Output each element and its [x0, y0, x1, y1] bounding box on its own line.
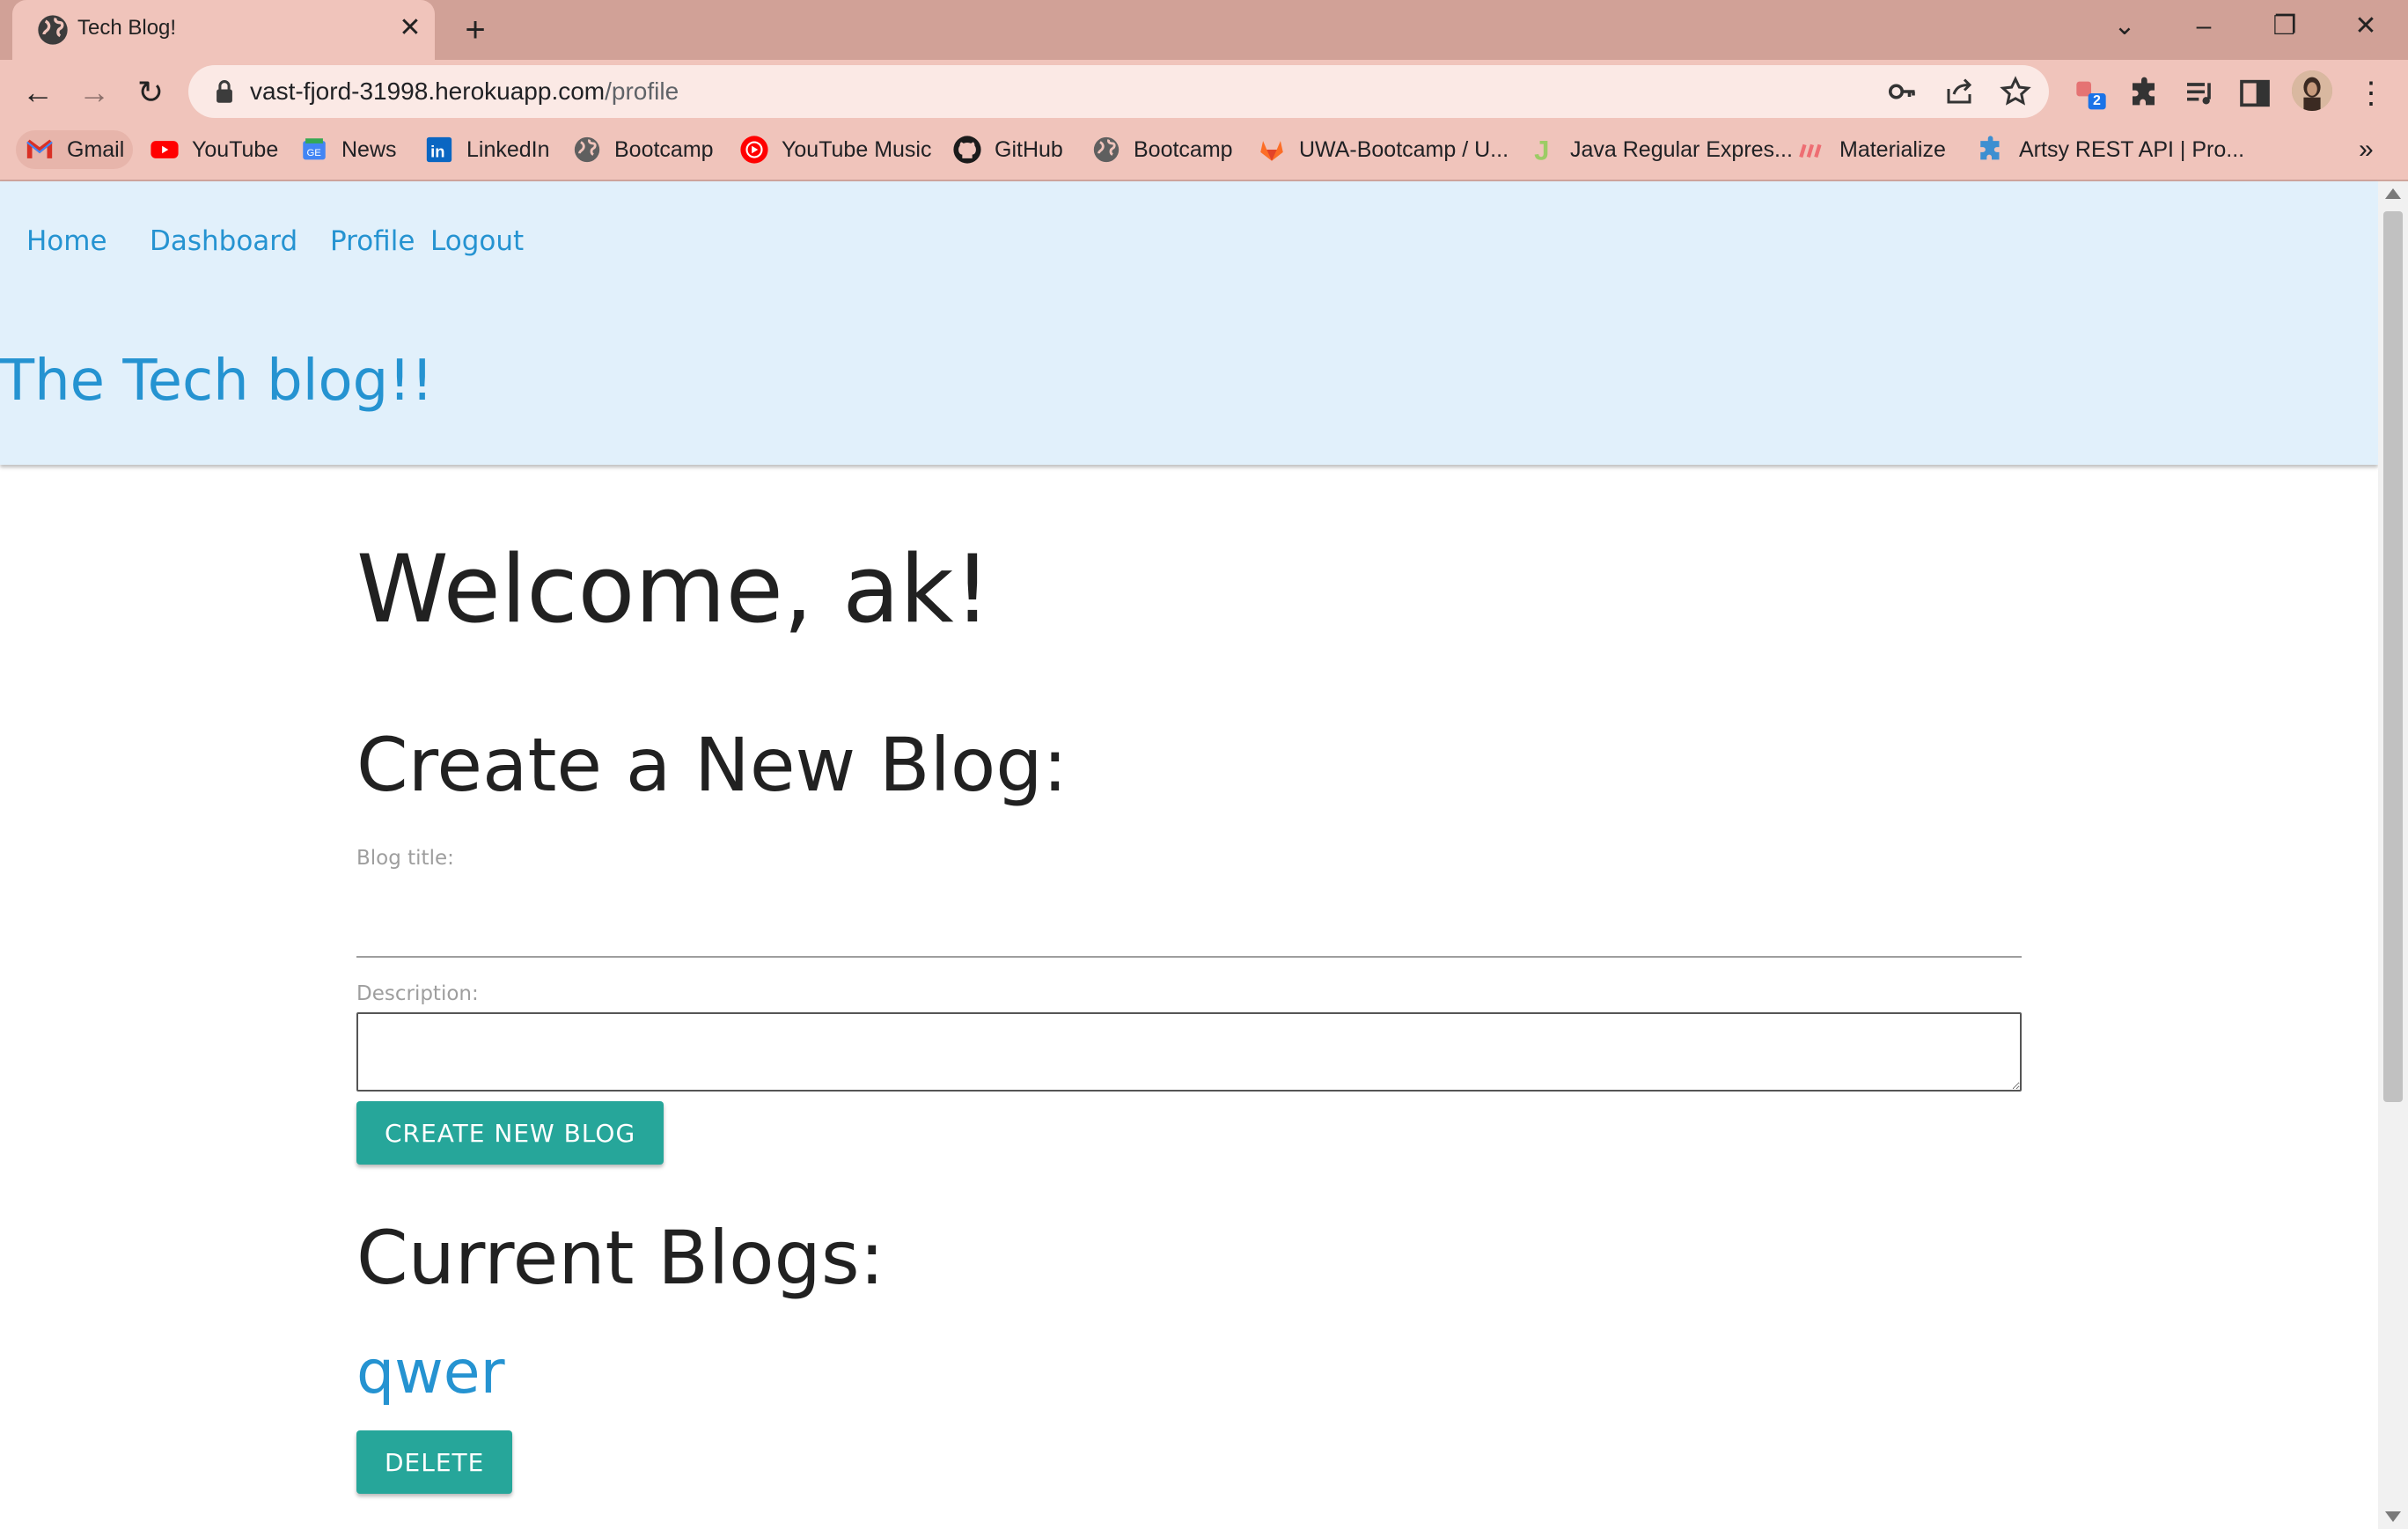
bookmark-news[interactable]: GE News: [299, 130, 397, 169]
globe-icon: [574, 136, 600, 163]
bookmark-uwa-bootcamp[interactable]: UWA-Bootcamp / U...: [1257, 130, 1509, 169]
more-bookmarks-icon[interactable]: »: [2359, 130, 2374, 169]
bookmark-label: Java Regular Expres...: [1570, 136, 1793, 162]
bookmark-label: GitHub: [995, 136, 1063, 162]
gitlab-icon: [1260, 141, 1283, 161]
url-host: vast-fjord-31998.herokuapp.com: [250, 77, 606, 105]
new-tab-button[interactable]: +: [454, 11, 496, 49]
back-button[interactable]: ←: [18, 72, 58, 113]
scroll-up-arrow-icon[interactable]: [2385, 188, 2401, 199]
bookmark-materialize[interactable]: Materialize: [1797, 130, 1946, 169]
bookmark-label: Materialize: [1839, 136, 1946, 162]
key-icon[interactable]: [1887, 76, 1919, 107]
blog-title-input[interactable]: [356, 894, 2022, 958]
tab-title: Tech Blog!: [77, 16, 177, 40]
description-textarea[interactable]: [356, 1012, 2022, 1092]
media-control-icon[interactable]: [2183, 76, 2218, 111]
tab-strip: Tech Blog! ✕ + ⌄ – ❐ ✕: [0, 0, 2408, 60]
extension-icon[interactable]: 2: [2074, 76, 2109, 111]
bookmark-label: UWA-Bootcamp / U...: [1299, 136, 1509, 162]
bookmark-label: Bootcamp: [614, 136, 714, 162]
extension-badge: 2: [2093, 93, 2101, 108]
svg-text:in: in: [430, 143, 444, 161]
share-icon[interactable]: [1943, 76, 1975, 107]
bookmark-bootcamp-1[interactable]: Bootcamp: [572, 130, 714, 169]
reload-button[interactable]: ↻: [130, 72, 171, 113]
puzzle-icon[interactable]: [2128, 76, 2163, 111]
gmail-icon: [26, 139, 53, 158]
bookmark-youtube[interactable]: YouTube: [150, 130, 278, 169]
bookmark-star-icon[interactable]: [2000, 76, 2031, 107]
minimize-button[interactable]: –: [2177, 7, 2230, 46]
bookmark-label: YouTube Music: [782, 136, 932, 162]
svg-text:J: J: [1534, 135, 1549, 165]
materialize-icon: [1799, 143, 1822, 158]
bookmark-label: Artsy REST API | Pro...: [2019, 136, 2245, 162]
close-tab-icon[interactable]: ✕: [393, 11, 428, 46]
bookmark-java-regex[interactable]: J Java Regular Expres...: [1528, 130, 1793, 169]
bookmark-github[interactable]: GitHub: [952, 130, 1063, 169]
bookmark-artsy[interactable]: Artsy REST API | Pro...: [1977, 130, 2244, 169]
blog-title-label: Blog title:: [356, 847, 454, 870]
google-news-icon: GE: [303, 138, 326, 160]
bookmark-gmail[interactable]: Gmail: [16, 130, 134, 169]
site-header: Home Dashboard Profile Logout The Tech b…: [0, 181, 2378, 465]
browser-tab[interactable]: Tech Blog! ✕: [12, 0, 435, 60]
chrome-menu-icon[interactable]: ⋮: [2353, 76, 2389, 111]
linkedin-icon: in: [426, 136, 452, 163]
bookmark-label: Gmail: [67, 136, 125, 162]
browser-toolbar: ← → ↻ vast-fjord-31998.herokuapp.com/pro…: [0, 60, 2408, 123]
bookmark-bootcamp-2[interactable]: Bootcamp: [1091, 130, 1233, 169]
profile-avatar[interactable]: [2292, 70, 2332, 111]
youtube-icon: [150, 141, 179, 158]
bookmark-youtube-music[interactable]: YouTube Music: [739, 130, 931, 169]
svg-text:GE: GE: [307, 148, 322, 158]
bookmark-label: YouTube: [192, 136, 279, 162]
side-panel-icon[interactable]: [2237, 76, 2272, 111]
blog-title-link[interactable]: qwer: [356, 1338, 505, 1408]
welcome-heading: Welcome, ak!: [356, 535, 992, 643]
scrollbar-thumb[interactable]: [2383, 211, 2403, 1102]
delete-blog-button[interactable]: DELETE: [356, 1430, 513, 1494]
forward-button[interactable]: →: [74, 72, 114, 113]
browser-chrome: Tech Blog! ✕ + ⌄ – ❐ ✕ ← → ↻ vast-fjord-…: [0, 0, 2408, 181]
current-blogs-heading: Current Blogs:: [356, 1215, 885, 1301]
nav-logout-link[interactable]: Logout: [430, 225, 524, 257]
url-path: /profile: [605, 77, 679, 105]
globe-icon: [1093, 136, 1120, 163]
bookmark-label: Bootcamp: [1134, 136, 1233, 162]
puzzle-icon: [1980, 136, 2000, 160]
lock-icon[interactable]: [213, 79, 236, 104]
address-bar[interactable]: vast-fjord-31998.herokuapp.com/profile: [188, 65, 2049, 118]
nav-profile-link[interactable]: Profile: [330, 225, 415, 257]
close-window-button[interactable]: ✕: [2339, 7, 2392, 46]
bookmark-label: News: [341, 136, 397, 162]
site-title: The Tech blog!!: [0, 349, 434, 414]
nav-dashboard-link[interactable]: Dashboard: [150, 225, 297, 257]
description-label: Description:: [356, 982, 479, 1005]
j-icon: J: [1534, 135, 1549, 165]
restore-button[interactable]: ❐: [2258, 7, 2311, 46]
tab-search-icon[interactable]: ⌄: [2098, 7, 2151, 46]
bookmark-linkedin[interactable]: in LinkedIn: [424, 130, 550, 169]
bookmark-label: LinkedIn: [466, 136, 550, 162]
github-icon: [953, 136, 981, 164]
bookmarks-bar: Gmail YouTube GE News in LinkedIn Bootca…: [0, 123, 2408, 180]
create-blog-heading: Create a New Blog:: [356, 722, 1068, 808]
create-new-blog-button[interactable]: CREATE NEW BLOG: [356, 1101, 664, 1165]
youtube-music-icon: [740, 136, 768, 164]
scroll-down-arrow-icon[interactable]: [2385, 1511, 2401, 1522]
globe-icon: [38, 15, 68, 45]
url-text[interactable]: vast-fjord-31998.herokuapp.com/profile: [250, 77, 679, 106]
nav-home-link[interactable]: Home: [26, 225, 107, 257]
page-scrollbar[interactable]: [2378, 181, 2408, 1529]
